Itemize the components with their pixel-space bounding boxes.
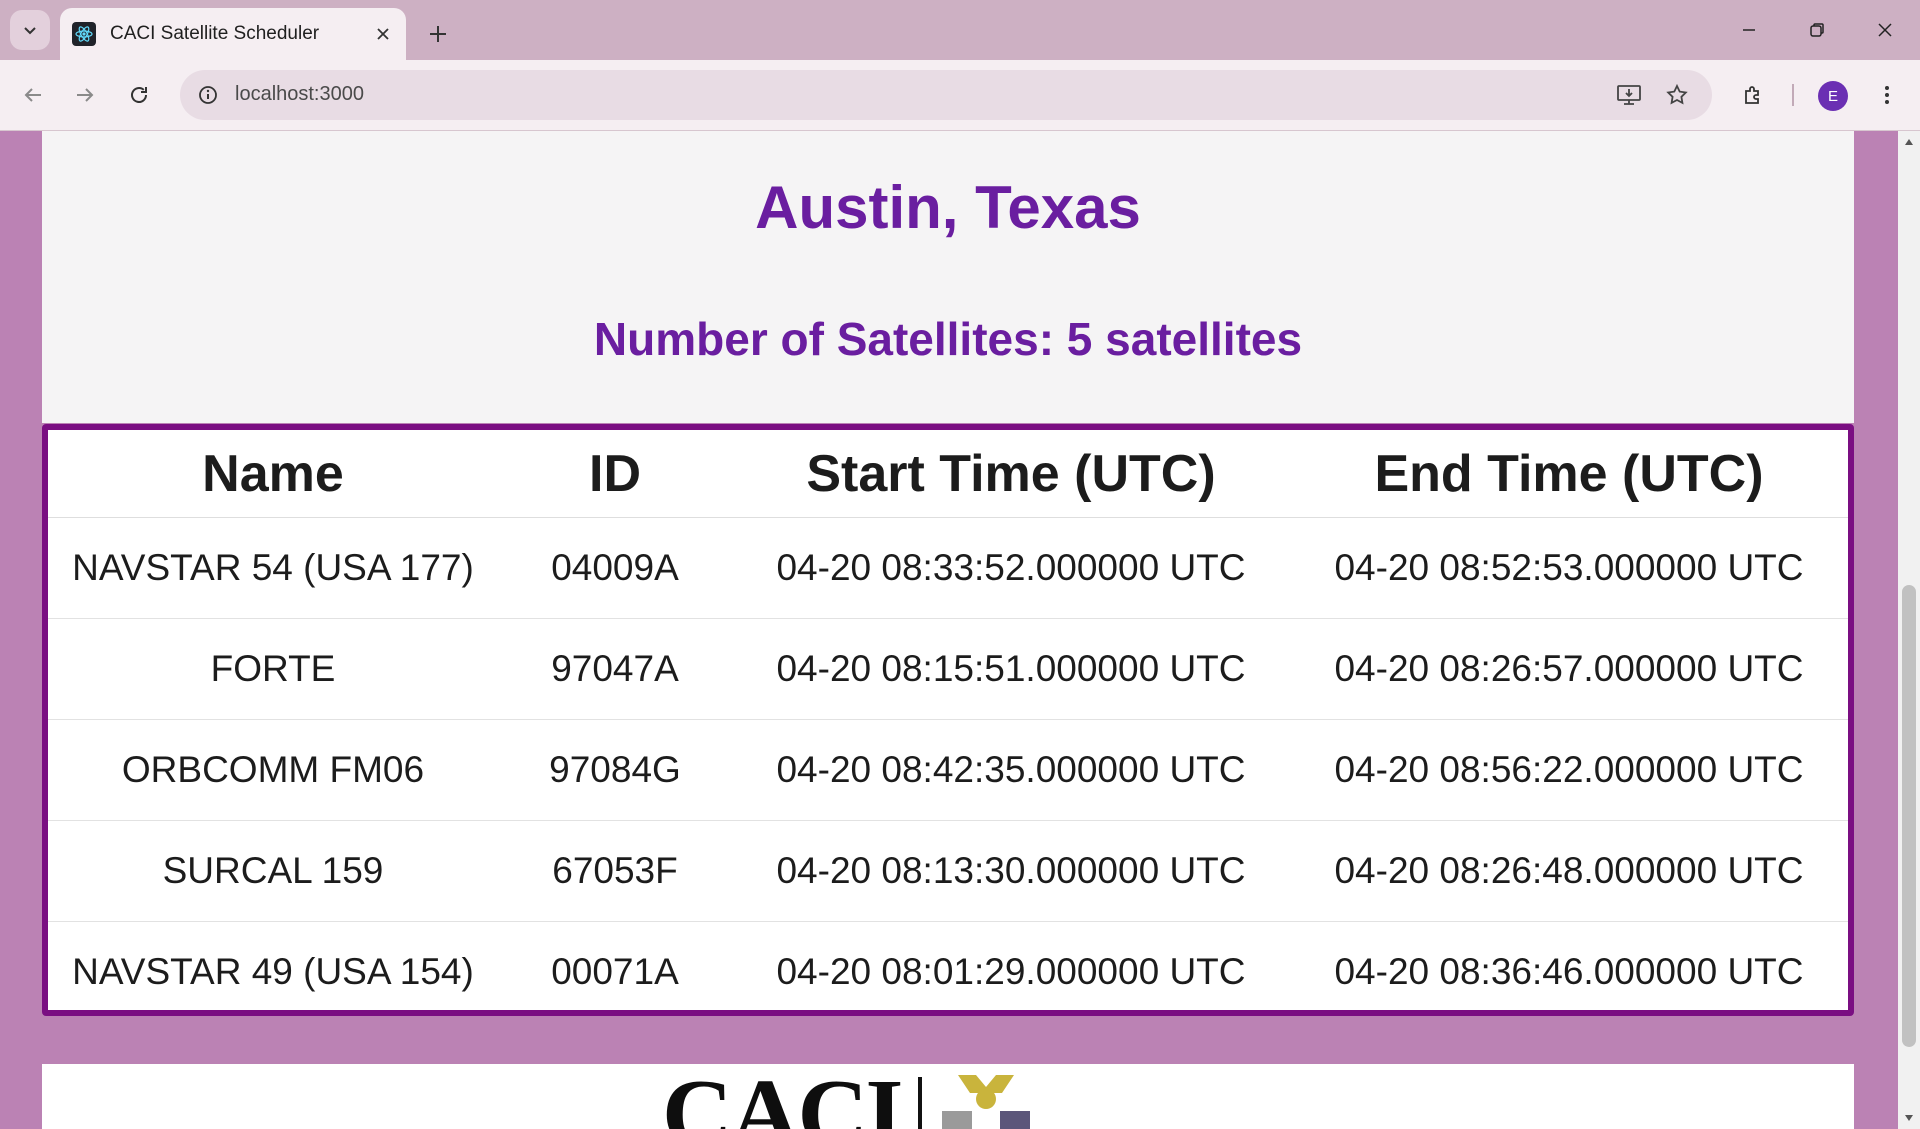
cell-name: NAVSTAR 54 (USA 177) bbox=[48, 517, 498, 619]
tab-search-button[interactable] bbox=[10, 10, 50, 50]
cell-start-time: 04-20 08:13:30.000000 UTC bbox=[732, 820, 1290, 922]
restore-button[interactable] bbox=[1782, 0, 1852, 60]
cell-name: NAVSTAR 49 (USA 154) bbox=[72, 951, 474, 992]
reload-icon bbox=[131, 87, 147, 103]
location-panel: Austin, Texas Number of Satellites: 5 sa… bbox=[42, 131, 1854, 423]
profile-avatar[interactable]: E bbox=[1818, 81, 1848, 111]
close-tab-icon[interactable] bbox=[368, 19, 398, 49]
cell-name: ORBCOMM FM06 bbox=[48, 719, 498, 821]
cell-start-time: 04-20 08:42:35.000000 UTC bbox=[732, 719, 1290, 821]
table-row: ORBCOMM FM06 97084G 04-20 08:42:35.00000… bbox=[48, 719, 1848, 821]
install-app-icon[interactable] bbox=[1612, 78, 1646, 112]
tab-title: CACI Satellite Scheduler bbox=[110, 23, 320, 44]
cell-id: 00071A bbox=[551, 951, 679, 992]
scroll-up-arrow-icon[interactable] bbox=[1898, 131, 1920, 153]
table-row: NAVSTAR 49 (USA 154) 00071A 04-20 08:01:… bbox=[48, 922, 1848, 1023]
reload-button[interactable] bbox=[118, 74, 160, 116]
cell-end-time: 04-20 08:56:22.000000 UTC bbox=[1290, 719, 1848, 821]
plus-icon bbox=[430, 26, 446, 42]
toolbar-divider bbox=[1792, 84, 1794, 106]
page-viewport: Austin, Texas Number of Satellites: 5 sa… bbox=[0, 131, 1898, 1129]
restore-icon bbox=[1810, 23, 1824, 37]
cell-id: 67053F bbox=[498, 820, 732, 922]
cell-name: FORTE bbox=[48, 618, 498, 720]
browser-toolbar: localhost:3000 E bbox=[0, 60, 1920, 131]
header-start-time: Start Time (UTC) bbox=[732, 430, 1290, 518]
url-text[interactable]: localhost:3000 bbox=[235, 83, 364, 106]
arrow-right-icon bbox=[77, 88, 94, 102]
cell-id: 04009A bbox=[498, 517, 732, 619]
more-vertical-icon bbox=[1885, 86, 1889, 104]
browser-menu-button[interactable] bbox=[1866, 74, 1908, 116]
site-info-icon[interactable] bbox=[192, 79, 224, 111]
back-button[interactable] bbox=[12, 74, 54, 116]
vertical-scrollbar[interactable] bbox=[1898, 131, 1920, 1129]
cell-id: 97084G bbox=[498, 719, 732, 821]
minimize-icon bbox=[1743, 29, 1755, 31]
cell-id: 97047A bbox=[498, 618, 732, 720]
forward-button[interactable] bbox=[64, 74, 106, 116]
caci-logo-text: CACI bbox=[662, 1060, 903, 1129]
footer-card: CACI bbox=[42, 1064, 1854, 1129]
caci-emblem-icon bbox=[942, 1075, 1031, 1129]
header-end-time: End Time (UTC) bbox=[1290, 430, 1848, 518]
browser-tab-active[interactable]: CACI Satellite Scheduler bbox=[60, 8, 406, 60]
minimize-button[interactable] bbox=[1714, 0, 1784, 60]
satellite-table-container: Name ID Start Time (UTC) End Time (UTC) … bbox=[42, 424, 1854, 1016]
cell-start-time: 04-20 08:15:51.000000 UTC bbox=[732, 618, 1290, 720]
address-bar[interactable]: localhost:3000 bbox=[180, 70, 1712, 120]
tab-strip: CACI Satellite Scheduler bbox=[0, 0, 1920, 60]
cell-start-time: 04-20 08:01:29.000000 UTC bbox=[776, 951, 1246, 992]
caci-logo: CACI bbox=[662, 1060, 1036, 1129]
close-window-button[interactable] bbox=[1850, 0, 1920, 60]
puzzle-icon bbox=[1745, 86, 1759, 104]
table-row: NAVSTAR 54 (USA 177) 04009A 04-20 08:33:… bbox=[48, 517, 1848, 619]
react-icon bbox=[72, 22, 96, 46]
cell-end-time: 04-20 08:26:57.000000 UTC bbox=[1290, 618, 1848, 720]
satellite-table: Name ID Start Time (UTC) End Time (UTC) … bbox=[48, 430, 1848, 1022]
header-name: Name bbox=[48, 430, 498, 518]
arrow-left-icon bbox=[24, 88, 41, 102]
table-header-row: Name ID Start Time (UTC) End Time (UTC) bbox=[48, 430, 1848, 518]
cell-end-time: 04-20 08:52:53.000000 UTC bbox=[1290, 517, 1848, 619]
chevron-down-icon bbox=[24, 27, 36, 35]
cell-name: SURCAL 159 bbox=[48, 820, 498, 922]
scroll-down-arrow-icon[interactable] bbox=[1898, 1107, 1920, 1129]
cell-end-time: 04-20 08:26:48.000000 UTC bbox=[1290, 820, 1848, 922]
city-title: Austin, Texas bbox=[755, 174, 1141, 241]
satellite-count: Number of Satellites: 5 satellites bbox=[593, 313, 1303, 365]
cell-end-time: 04-20 08:36:46.000000 UTC bbox=[1334, 951, 1804, 992]
new-tab-button[interactable] bbox=[418, 14, 458, 54]
table-row: SURCAL 159 67053F 04-20 08:13:30.000000 … bbox=[48, 820, 1848, 922]
extensions-button[interactable] bbox=[1732, 74, 1774, 116]
table-row: FORTE 97047A 04-20 08:15:51.000000 UTC 0… bbox=[48, 618, 1848, 720]
close-icon bbox=[1878, 23, 1892, 37]
scrollbar-thumb[interactable] bbox=[1902, 585, 1916, 1047]
cell-start-time: 04-20 08:33:52.000000 UTC bbox=[732, 517, 1290, 619]
bookmark-star-icon[interactable] bbox=[1660, 78, 1694, 112]
header-id: ID bbox=[498, 430, 732, 518]
logo-divider bbox=[918, 1077, 923, 1129]
